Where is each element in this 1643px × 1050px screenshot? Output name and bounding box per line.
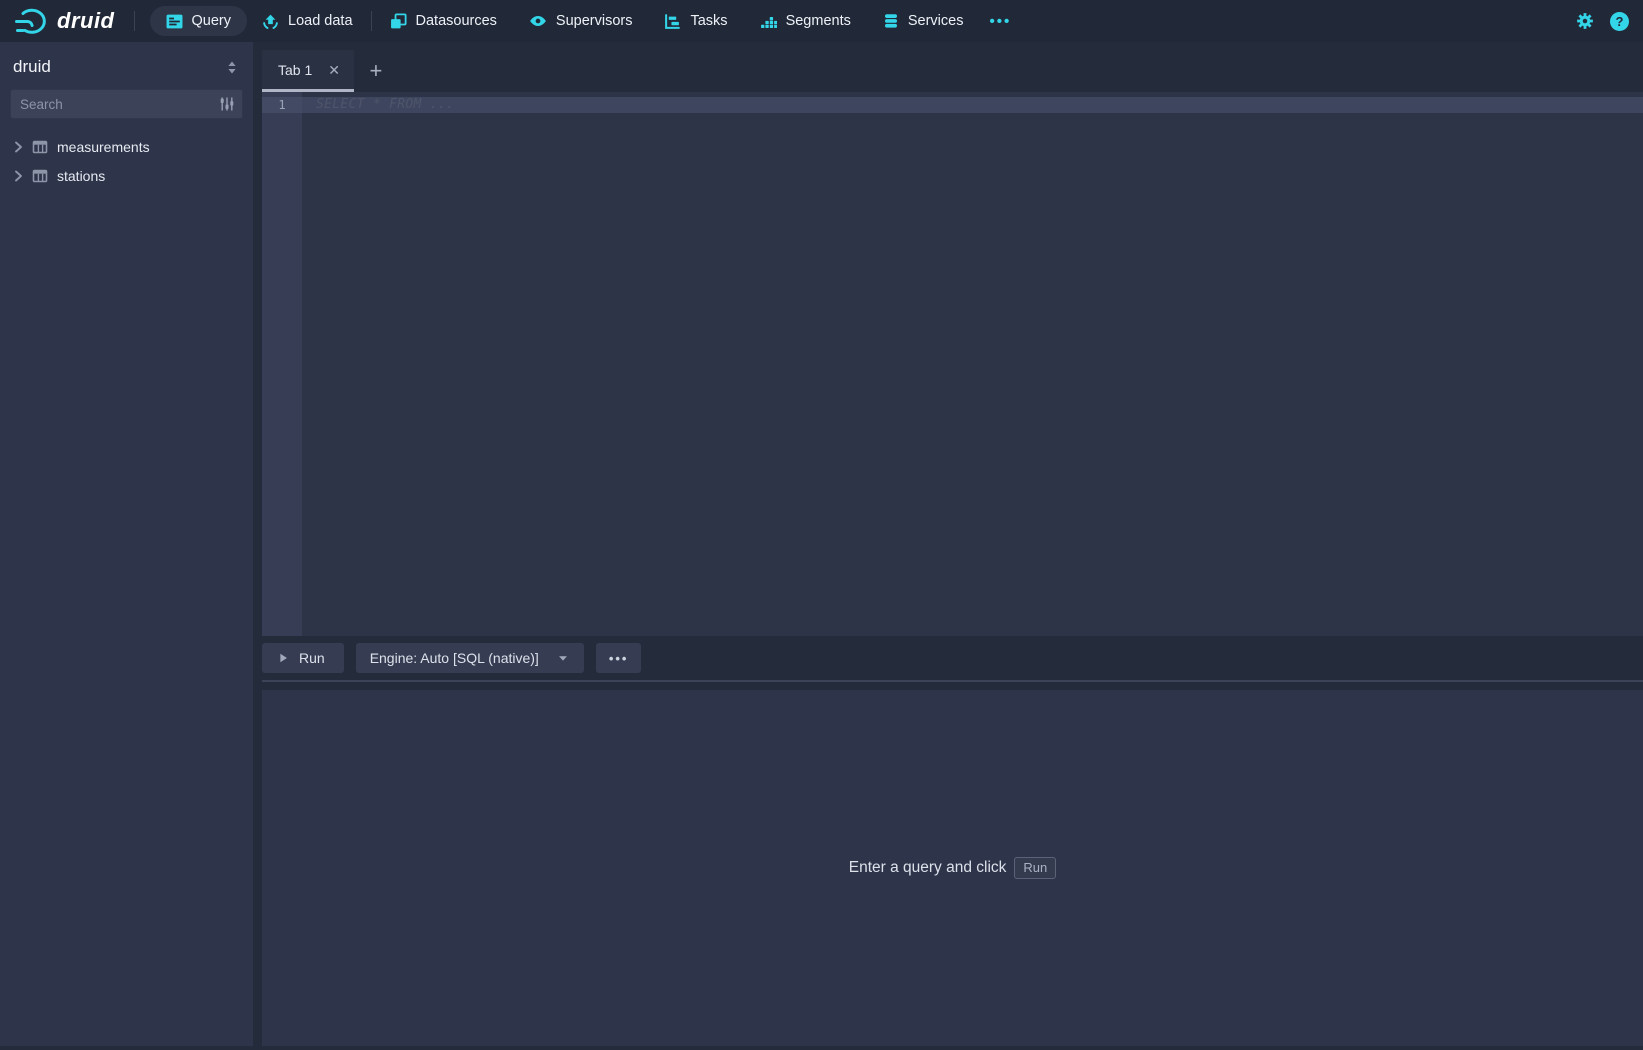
nav-item-label: Query [192,13,232,29]
editor-current-line [262,97,1643,113]
results-panel: Enter a query and click Run [262,690,1643,1046]
engine-label: Engine: Auto [SQL (native)] [370,650,539,666]
query-editor[interactable]: 1 SELECT * FROM ... [262,92,1643,636]
druid-logo-icon [14,5,50,37]
nav-item-label: Datasources [416,13,497,29]
tab-bar: Tab 1 ✕ + [262,42,1643,92]
more-icon: ••• [609,651,629,666]
bar-chart-icon [760,13,777,30]
table-icon [32,168,48,184]
editor-gutter [262,92,302,636]
datasources-icon [390,13,407,30]
navbar-divider [371,11,372,31]
search-input[interactable] [10,97,215,112]
nav-item-label: Supervisors [556,13,633,29]
nav-item-datasources[interactable]: Datasources [390,13,497,30]
eye-icon [529,12,547,30]
add-tab-button[interactable]: + [354,50,398,92]
navbar-right: ? [1576,12,1629,31]
double-caret-vertical-icon[interactable] [223,58,241,77]
nav-item-label: Segments [786,13,851,29]
tree-item-label: measurements [57,139,150,155]
gear-icon[interactable] [1576,12,1594,30]
nav-item-supervisors[interactable]: Supervisors [529,12,633,30]
sidebar-header: druid [0,42,253,89]
upload-icon [262,13,279,30]
empty-results-message: Enter a query and click Run [849,857,1057,879]
brand-wordmark: druid [57,8,119,34]
navbar-divider [134,11,135,31]
nav-item-tasks[interactable]: Tasks [664,13,727,30]
chevron-right-icon[interactable] [10,168,26,184]
tree-item-label: stations [57,168,105,184]
query-workbench: Tab 1 ✕ + 1 SELECT * FROM ... Run Engine… [262,42,1643,1046]
schema-sidebar: druid [0,42,253,1046]
close-icon[interactable]: ✕ [324,61,344,79]
caret-down-icon [556,651,570,665]
nav-item-services[interactable]: Services [883,13,964,29]
run-toolbar: Run Engine: Auto [SQL (native)] ••• [262,636,1643,680]
console-icon [166,13,183,30]
nav-item-label: Tasks [690,13,727,29]
nav-item-label: Load data [288,13,353,29]
table-icon [32,139,48,155]
druid-logo[interactable]: druid [14,5,119,37]
run-more-button[interactable]: ••• [596,643,642,673]
chevron-right-icon[interactable] [10,139,26,155]
run-button-label: Run [299,650,325,666]
play-icon [276,651,290,665]
search-box [10,89,243,119]
engine-select-button[interactable]: Engine: Auto [SQL (native)] [356,643,584,673]
nav-item-load-data[interactable]: Load data [262,13,353,30]
tab-label: Tab 1 [278,62,312,78]
top-navbar: druid Query Load data [0,0,1643,42]
filter-sliders-icon[interactable] [215,96,243,112]
run-kbd-hint: Run [1014,857,1056,879]
results-gap [262,682,1643,690]
schema-title: druid [13,57,51,77]
gantt-icon [664,13,681,30]
editor-line-number: 1 [262,97,302,113]
nav-item-segments[interactable]: Segments [760,13,851,30]
help-icon[interactable]: ? [1610,12,1629,31]
navbar-links: Datasources Supervisors Tasks [390,12,964,30]
tree-item-stations[interactable]: stations [0,161,253,190]
tree-item-measurements[interactable]: measurements [0,132,253,161]
empty-results-text: Enter a query and click [849,859,1007,877]
navbar-more-icon[interactable]: ••• [989,14,1011,29]
tab-tab-1[interactable]: Tab 1 ✕ [262,50,354,92]
nav-item-label: Services [908,13,964,29]
database-icon [883,13,899,29]
editor-placeholder: SELECT * FROM ... [316,97,454,113]
run-button[interactable]: Run [262,643,344,673]
plus-icon: + [370,60,383,82]
nav-item-query[interactable]: Query [150,6,248,36]
datasource-tree: measurements stations [0,132,253,190]
